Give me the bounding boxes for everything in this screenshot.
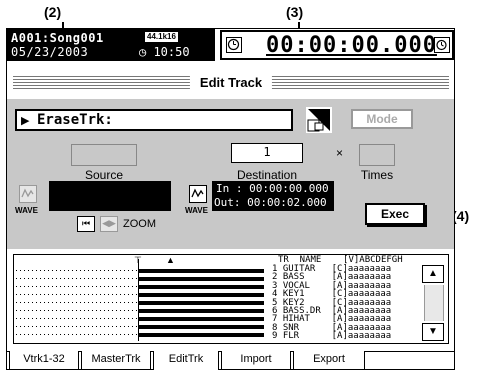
song-date: 05/23/2003	[11, 45, 89, 59]
play-arrow-icon: ▶	[21, 115, 30, 127]
track-data-region	[138, 325, 264, 329]
track-data-region	[138, 317, 264, 321]
track-scrollbar[interactable]: ▲ ▼	[422, 265, 444, 341]
tab-vtrk1-32[interactable]: Vtrk1-32	[9, 351, 79, 370]
title-bar: Edit Track	[13, 73, 449, 93]
track-timeline[interactable]: ⊤ ▲	[16, 255, 264, 341]
exec-button[interactable]: Exec	[365, 203, 425, 225]
page-title: Edit Track	[189, 73, 273, 93]
track-data-region	[138, 293, 264, 297]
scroll-down-icon[interactable]: ▼	[422, 323, 444, 341]
times-field[interactable]	[359, 144, 395, 166]
track-data-region	[138, 285, 264, 289]
sample-rate-badge: 44.1k16	[145, 32, 178, 42]
track-data-region	[138, 301, 264, 305]
source-wave-icon[interactable]	[19, 185, 37, 203]
source-label: Source	[84, 168, 124, 182]
track-data-region	[138, 269, 264, 273]
tab-edittrk[interactable]: EditTrk	[153, 351, 219, 370]
clock: ◷ 10:50	[139, 45, 190, 59]
destination-field[interactable]: 1	[231, 143, 303, 163]
function-select-icon[interactable]	[306, 107, 332, 133]
source-field[interactable]	[71, 144, 137, 166]
mode-button[interactable]: Mode	[351, 109, 413, 129]
destination-wave-icon[interactable]	[189, 185, 207, 203]
track-view: ⊤ ▲ TR NAME [V]ABCDEFGH 1 GUITAR [C]aaaa…	[13, 254, 449, 344]
in-time: In : 00:00:00.000	[216, 182, 329, 195]
timecode: 00:00:00.000	[266, 33, 437, 58]
function-name: EraseTrk:	[37, 112, 113, 128]
lcd-screen: A001:Song001 05/23/2003 44.1k16 ◷ 10:50 …	[6, 28, 455, 370]
zoom-toggle-icon[interactable]: ◀▶	[100, 216, 118, 232]
tab-mastertrk[interactable]: MasterTrk	[81, 351, 151, 370]
times-label: Times	[360, 168, 394, 182]
function-field[interactable]: ▶ EraseTrk:	[15, 109, 293, 131]
in-out-display: In : 00:00:00.000 Out: 00:00:02.000	[212, 181, 334, 211]
track-data-region	[138, 309, 264, 313]
out-time: Out: 00:00:02.000	[214, 196, 327, 209]
track-empty-region	[16, 294, 138, 295]
track-empty-region	[16, 310, 138, 311]
locate-marker-icon: ▲	[166, 255, 175, 265]
destination-label: Destination	[236, 168, 298, 182]
tab-import[interactable]: Import	[221, 351, 291, 370]
zoom-to-start-icon[interactable]: ⏮	[77, 216, 95, 232]
time-counter: 00:00:00.000	[220, 30, 454, 60]
song-info: A001:Song001 05/23/2003 44.1k16 ◷ 10:50	[7, 29, 215, 61]
scroll-up-icon[interactable]: ▲	[422, 265, 444, 283]
track-data-region	[138, 277, 264, 281]
edit-panel: ▶ EraseTrk: Mode Source 1 Destination × …	[7, 99, 454, 249]
track-empty-region	[16, 278, 138, 279]
track-data-region	[138, 333, 264, 337]
zoom-label: ZOOM	[123, 218, 156, 230]
source-wave-label: WAVE	[15, 206, 38, 215]
alarm-icon[interactable]	[434, 37, 450, 53]
track-empty-region	[16, 326, 138, 327]
song-name: A001:Song001	[11, 31, 104, 45]
track-empty-region	[16, 286, 138, 287]
callout-3: (3)	[286, 4, 304, 20]
clock-icon[interactable]	[226, 37, 242, 53]
destination-wave-label: WAVE	[185, 206, 208, 215]
times-multiply: ×	[336, 146, 344, 160]
track-empty-region	[16, 302, 138, 303]
tab-export[interactable]: Export	[293, 351, 365, 370]
source-wave-display	[49, 181, 171, 211]
track-empty-region	[16, 334, 138, 335]
tab-bar: Vtrk1-32 MasterTrk EditTrk Import Export	[7, 351, 454, 371]
track-empty-region	[16, 318, 138, 319]
callout-2: (2)	[44, 4, 62, 20]
track-empty-region	[16, 270, 138, 271]
track-list-row[interactable]: 9 FLR [A]aaaaaaaa	[272, 332, 391, 341]
